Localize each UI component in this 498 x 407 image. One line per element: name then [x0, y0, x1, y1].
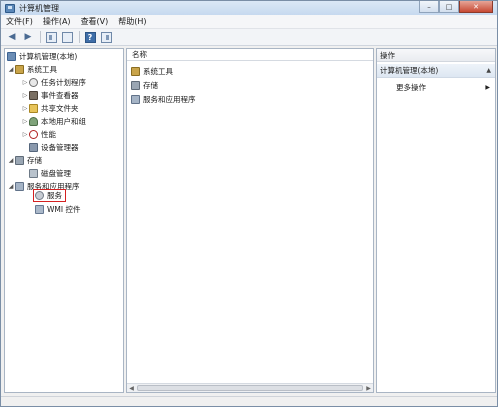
list-item[interactable]: 存储: [131, 80, 158, 91]
more-actions-label: 更多操作: [396, 83, 426, 92]
performance-icon: [29, 130, 38, 139]
status-bar: [1, 396, 497, 406]
actions-section-header[interactable]: 计算机管理(本地) ▲: [377, 64, 495, 78]
clock-icon: [29, 78, 38, 87]
horizontal-scrollbar[interactable]: ◀ ▶: [127, 383, 373, 392]
column-header-label: 名称: [132, 50, 147, 59]
expand-arrow-icon[interactable]: ▷: [21, 105, 29, 112]
console-tree-pane: 计算机管理(本地) ◢ 系统工具 ▷ 任务计划程序 ▷ 事件查看器 ▷ 共享文件…: [4, 48, 124, 393]
toolbar: ◀ ▶ ?: [1, 29, 497, 46]
tree-item-label: 本地用户和组: [41, 117, 86, 126]
expand-arrow-icon[interactable]: ▷: [21, 92, 29, 99]
tree-item-label: 性能: [41, 130, 56, 139]
actions-header-label: 操作: [380, 50, 395, 60]
menu-view[interactable]: 查看(V): [76, 16, 114, 27]
tree-item-device-manager[interactable]: 设备管理器: [29, 142, 79, 153]
wmi-icon: [35, 205, 44, 214]
tree-item-disk-management[interactable]: 磁盘管理: [29, 168, 71, 179]
tree-item-system-tools[interactable]: ◢ 系统工具: [7, 64, 57, 75]
tree-item-event-viewer[interactable]: ▷ 事件查看器: [21, 90, 79, 101]
more-actions-item[interactable]: 更多操作 ▶: [396, 82, 492, 93]
computer-management-window: 计算机管理 – □ ✕ 文件(F) 操作(A) 查看(V) 帮助(H) ◀ ▶ …: [0, 0, 498, 407]
storage-icon: [15, 156, 24, 165]
tree-item-label: 事件查看器: [41, 91, 79, 100]
menu-action[interactable]: 操作(A): [38, 16, 76, 27]
services-apps-icon: [15, 182, 24, 191]
column-header-name[interactable]: 名称: [127, 49, 373, 61]
collapse-arrow-icon[interactable]: ◢: [7, 66, 15, 73]
help-button[interactable]: ?: [83, 31, 97, 44]
forward-button[interactable]: ▶: [21, 31, 35, 44]
show-hide-action-pane-button[interactable]: [99, 31, 113, 44]
event-viewer-icon: [29, 91, 38, 100]
tree-item-local-users[interactable]: ▷ 本地用户和组: [21, 116, 86, 127]
tree-item-wmi[interactable]: WMI 控件: [35, 204, 80, 215]
window-controls: – □ ✕: [419, 1, 493, 13]
minimize-button[interactable]: –: [419, 1, 439, 13]
actions-pane: 操作 计算机管理(本地) ▲ 更多操作 ▶: [376, 48, 496, 393]
list-item-label: 服务和应用程序: [143, 95, 196, 104]
tree-item-storage[interactable]: ◢ 存储: [7, 155, 42, 166]
show-hide-tree-button[interactable]: [44, 31, 58, 44]
arrow-left-icon: ◀: [8, 32, 16, 42]
tree-item-label: 任务计划程序: [41, 78, 86, 87]
tree-item-performance[interactable]: ▷ 性能: [21, 129, 56, 140]
device-manager-icon: [29, 143, 38, 152]
expand-arrow-icon[interactable]: ▷: [21, 118, 29, 125]
tools-icon: [131, 67, 140, 76]
help-icon: ?: [84, 31, 96, 43]
tools-icon: [15, 65, 24, 74]
list-item-label: 系统工具: [143, 67, 173, 76]
window-title: 计算机管理: [19, 3, 59, 13]
results-pane: 名称 系统工具 存储 服务和应用程序 ◀ ▶: [126, 48, 374, 393]
tree-item-label: 磁盘管理: [41, 169, 71, 178]
computer-icon: [7, 52, 16, 61]
tree-item-label: 计算机管理(本地): [19, 52, 78, 61]
export-list-button[interactable]: [60, 31, 74, 44]
title-bar[interactable]: 计算机管理 – □ ✕: [1, 1, 497, 15]
collapse-arrow-icon[interactable]: ◢: [7, 157, 15, 164]
collapse-up-icon[interactable]: ▲: [486, 67, 491, 74]
action-pane-icon: [100, 31, 112, 43]
export-icon: [61, 31, 73, 43]
toolbar-separator: [79, 31, 80, 43]
close-button[interactable]: ✕: [459, 1, 493, 13]
menu-file[interactable]: 文件(F): [1, 16, 38, 27]
arrow-right-icon: ▶: [24, 32, 32, 42]
collapse-arrow-icon[interactable]: ◢: [7, 183, 15, 190]
tree-item-task-scheduler[interactable]: ▷ 任务计划程序: [21, 77, 86, 88]
services-apps-icon: [131, 95, 140, 104]
list-item[interactable]: 系统工具: [131, 66, 173, 77]
actions-header: 操作: [377, 49, 495, 62]
tree-item-label: 系统工具: [27, 65, 57, 74]
computer-management-icon: [5, 3, 15, 13]
tree-item-label: WMI 控件: [47, 205, 81, 214]
disk-icon: [29, 169, 38, 178]
tree-item-root[interactable]: 计算机管理(本地): [7, 51, 77, 62]
services-highlight-box: [33, 189, 66, 202]
expand-arrow-icon[interactable]: ▷: [21, 79, 29, 86]
maximize-button[interactable]: □: [439, 1, 459, 13]
storage-icon: [131, 81, 140, 90]
toolbar-separator: [40, 31, 41, 43]
menu-help[interactable]: 帮助(H): [113, 16, 151, 27]
scrollbar-thumb[interactable]: [137, 385, 363, 391]
tree-item-shared-folders[interactable]: ▷ 共享文件夹: [21, 103, 79, 114]
scroll-right-icon[interactable]: ▶: [364, 384, 373, 392]
scroll-left-icon[interactable]: ◀: [127, 384, 136, 392]
list-item-label: 存储: [143, 81, 158, 90]
users-icon: [29, 117, 38, 126]
tree-item-label: 共享文件夹: [41, 104, 79, 113]
expand-arrow-icon[interactable]: ▷: [21, 131, 29, 138]
tree-item-label: 设备管理器: [41, 143, 79, 152]
shared-folder-icon: [29, 104, 38, 113]
submenu-arrow-icon: ▶: [485, 84, 490, 91]
back-button[interactable]: ◀: [5, 31, 19, 44]
list-item[interactable]: 服务和应用程序: [131, 94, 196, 105]
menu-bar: 文件(F) 操作(A) 查看(V) 帮助(H): [1, 15, 497, 29]
console-tree-icon: [45, 31, 57, 43]
actions-section-label: 计算机管理(本地): [380, 66, 439, 75]
tree-item-label: 存储: [27, 156, 42, 165]
